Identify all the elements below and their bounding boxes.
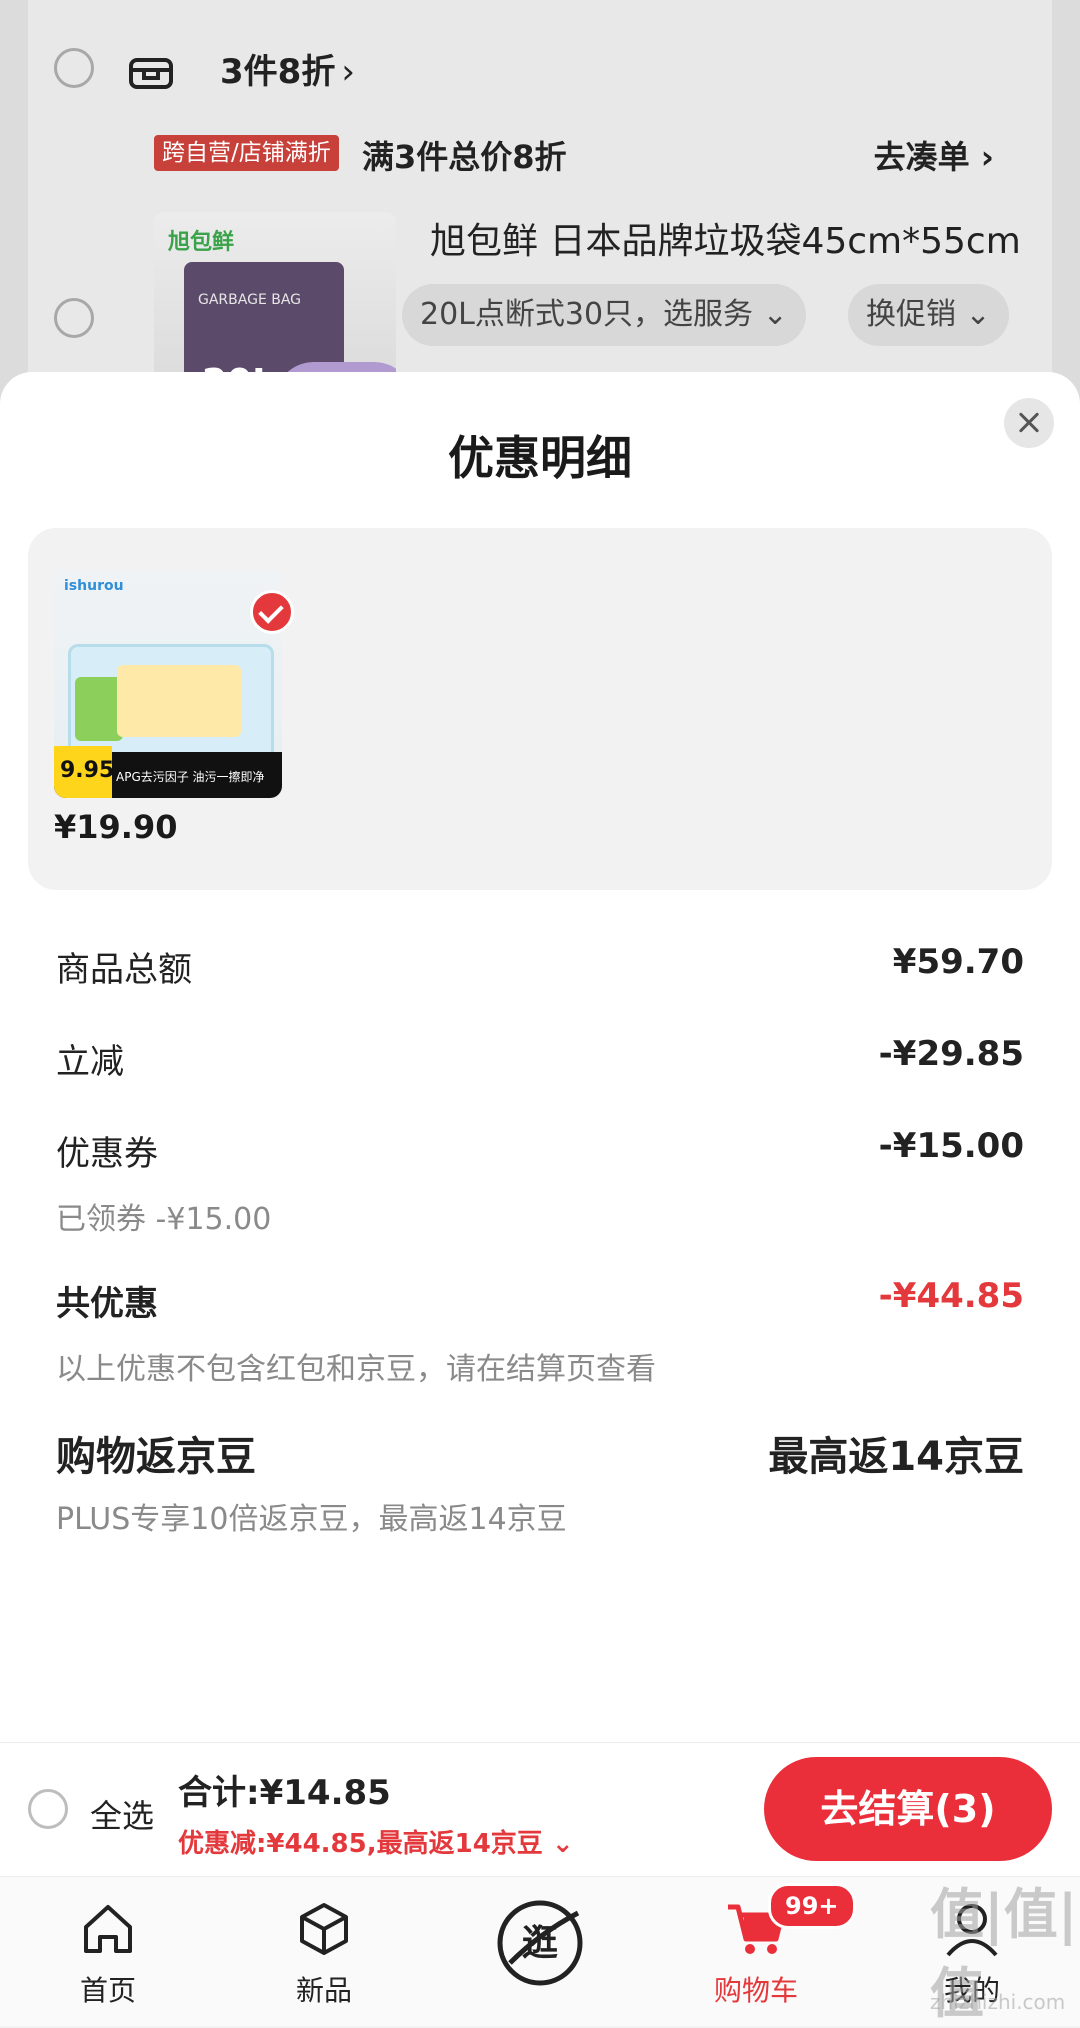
cart-group-card: 3件8折 › 跨自营/店铺满折 满3件总价8折 去凑单 › 旭包鲜 GARBAGE…: [28, 0, 1052, 420]
go-coudan-link[interactable]: 去凑单 ›: [874, 132, 994, 178]
select-all-label[interactable]: 全选: [90, 1791, 154, 1837]
store-icon: [129, 58, 173, 89]
discount-summary[interactable]: 优惠减:¥44.85,最高返14京豆 ⌄: [178, 1823, 574, 1860]
row-label-jingdou: 购物返京豆: [56, 1434, 256, 1480]
group-select-radio[interactable]: [54, 48, 94, 88]
item-select-radio[interactable]: [54, 298, 94, 338]
cart-background: 3件8折 › 跨自营/店铺满折 满3件总价8折 去凑单 › 旭包鲜 GARBAGE…: [0, 0, 1080, 420]
cart-badge: 99+: [768, 1883, 856, 1929]
row-label-total: 商品总额: [56, 950, 192, 990]
promo-selector[interactable]: 换促销 ⌄: [848, 284, 1009, 346]
nav-item-home[interactable]: 首页: [0, 1877, 216, 2026]
row-label-discount-total: 共优惠: [56, 1284, 158, 1324]
item-panel: ishurou 9.95 APG去污因子 油污一擦即净 ¥19.90: [28, 528, 1052, 890]
explore-icon: 逛: [497, 1900, 583, 1986]
price-badge: 9.95: [54, 746, 114, 798]
nav-item-new[interactable]: 新品: [216, 1877, 432, 2026]
checked-icon[interactable]: [250, 590, 294, 634]
total-price: 合计:¥14.85: [178, 1773, 391, 1813]
explore-glyph: 逛: [522, 1923, 558, 1964]
product-brand-logo: 旭包鲜: [168, 230, 235, 255]
nav-item-cart[interactable]: 99+ 购物车: [648, 1877, 864, 2026]
nav-label-home: 首页: [79, 1974, 136, 2007]
nav-label-cart: 购物车: [713, 1974, 798, 2007]
item-thumbnail[interactable]: ishurou 9.95 APG去污因子 油污一擦即净: [54, 570, 282, 798]
ishurou-logo: ishurou: [64, 578, 124, 594]
wipes-package: [68, 644, 274, 760]
spec-selector[interactable]: 20L点断式30只，选服务 ⌄: [402, 284, 806, 346]
row-value-total: ¥59.70: [892, 942, 1024, 982]
close-icon[interactable]: [1004, 398, 1054, 448]
box-icon: [300, 1903, 348, 1955]
checkout-bar: 全选 合计:¥14.85 优惠减:¥44.85,最高返14京豆 ⌄ 去结算(3): [0, 1742, 1080, 1877]
jingdou-note: PLUS专享10倍返京豆，最高返14京豆: [56, 1502, 567, 1537]
promo-tag: 跨自营/店铺满折: [154, 135, 339, 171]
product-banner-text: APG去污因子 油污一擦即净: [116, 770, 265, 784]
nav-label-new: 新品: [295, 1974, 352, 2007]
row-value-instant: -¥29.85: [878, 1034, 1024, 1074]
discount-note: 以上优惠不包含红包和京豆，请在结算页查看: [56, 1352, 656, 1387]
coupon-sub: 已领券 -¥15.00: [56, 1202, 272, 1237]
bottom-nav: 首页 新品 逛 99+ 购物车 我的: [0, 1876, 1080, 2026]
watermark-url: zhizhizhi.com: [930, 1990, 1066, 2014]
row-label-instant: 立减: [56, 1042, 124, 1082]
item-price: ¥19.90: [54, 808, 178, 846]
row-value-jingdou: 最高返14京豆: [768, 1434, 1024, 1480]
row-value-discount-total: -¥44.85: [878, 1276, 1024, 1316]
nav-item-explore[interactable]: 逛: [432, 1877, 648, 2026]
checkout-button[interactable]: 去结算(3): [764, 1757, 1052, 1861]
sheet-title: 优惠明细: [448, 431, 632, 485]
select-all-radio[interactable]: [28, 1789, 68, 1829]
promo-text: 满3件总价8折: [362, 138, 567, 176]
row-value-coupon: -¥15.00: [878, 1126, 1024, 1166]
discount-detail-sheet: 优惠明细 ishurou 9.95 APG去污因子 油污一擦即净 ¥19.90 …: [0, 372, 1080, 1742]
row-label-coupon: 优惠券: [56, 1134, 158, 1174]
product-title[interactable]: 旭包鲜 日本品牌垃圾袋45cm*55cm: [430, 212, 1021, 264]
group-title[interactable]: 3件8折 ›: [220, 44, 355, 93]
home-icon: [84, 1905, 132, 1953]
